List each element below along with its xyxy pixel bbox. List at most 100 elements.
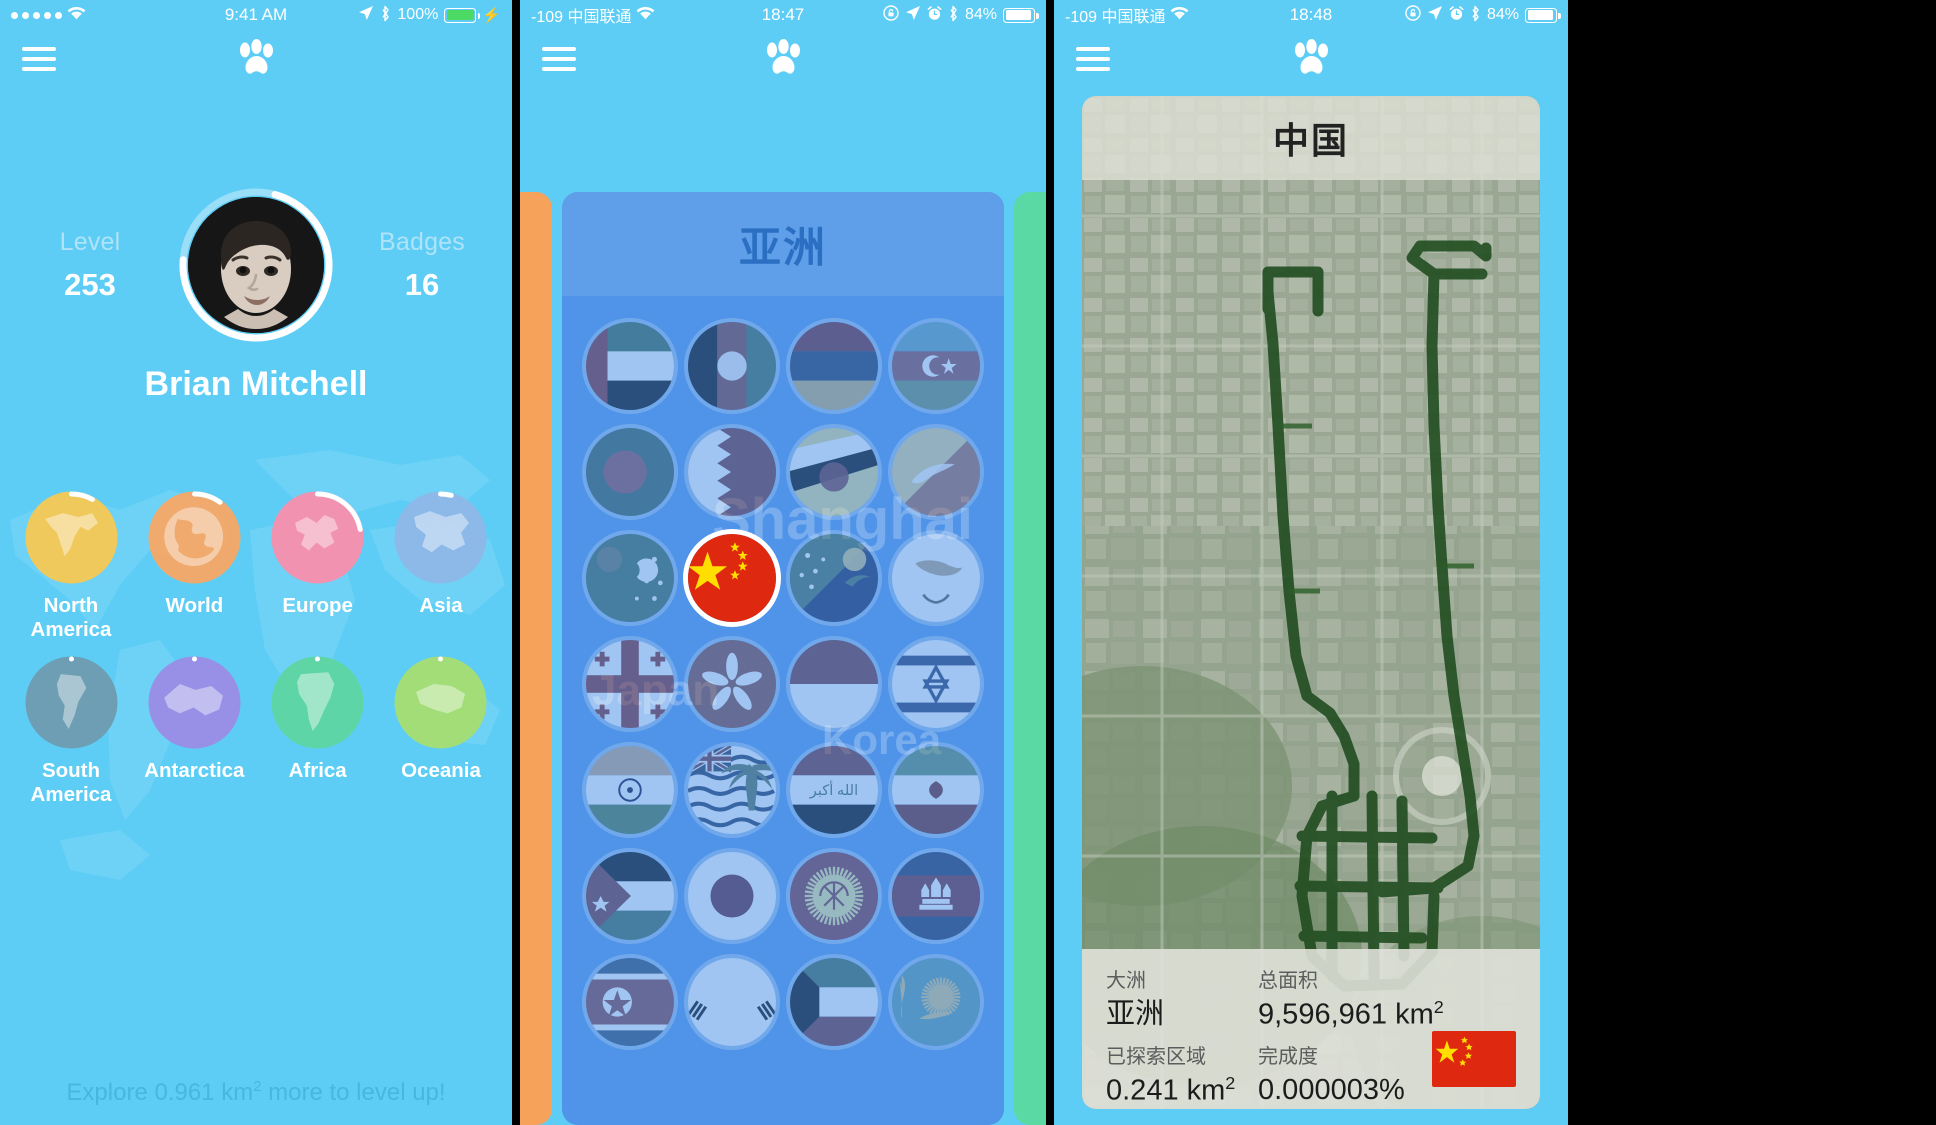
country-flag-cc[interactable]	[586, 534, 674, 622]
flag-cell[interactable]	[584, 534, 676, 622]
country-flag-io[interactable]	[688, 746, 776, 834]
flag-cell[interactable]	[788, 640, 880, 728]
flag-cell[interactable]	[890, 746, 982, 834]
europe-map-icon	[270, 490, 365, 585]
country-flag-cx[interactable]	[790, 534, 878, 622]
flag-cell[interactable]	[686, 958, 778, 1046]
country-flag-kg[interactable]	[790, 852, 878, 940]
previous-continent-card[interactable]	[520, 192, 552, 1125]
map-header: 中国	[1082, 96, 1540, 180]
flag-cell[interactable]	[686, 534, 778, 622]
country-flag-bt[interactable]	[892, 428, 980, 516]
rotation-lock-icon	[1405, 5, 1421, 25]
continent-item-europe[interactable]: Europe	[261, 490, 375, 641]
continent-item-antarctica[interactable]: Antarctica	[137, 655, 251, 806]
country-flag-bn[interactable]	[790, 428, 878, 516]
continent-item-oceania[interactable]: Oceania	[384, 655, 498, 806]
country-flag-jp[interactable]	[688, 852, 776, 940]
flag-cell[interactable]	[686, 322, 778, 410]
continent-label: World	[165, 594, 224, 617]
badges-stat: Badges 16	[347, 228, 497, 303]
flag-cell[interactable]	[788, 428, 880, 516]
country-flag-kr[interactable]	[688, 958, 776, 1046]
country-flag-kz[interactable]	[892, 958, 980, 1046]
rotation-lock-icon	[883, 5, 899, 25]
map-card[interactable]: 中国 大洲 亚洲 总面积 9,596,961 km2 已探索区域 0.241 k…	[1082, 96, 1540, 1109]
country-flag-kp[interactable]	[586, 958, 674, 1046]
alarm-clock-icon	[927, 5, 942, 25]
country-flag-kw[interactable]	[790, 958, 878, 1046]
flag-cell[interactable]	[686, 428, 778, 516]
country-flag-iq[interactable]: الله أكبر	[790, 746, 878, 834]
paw-print-icon	[233, 39, 279, 79]
frame-divider-1	[512, 0, 520, 1125]
continent-item-asia[interactable]: Asia	[384, 490, 498, 641]
continent-item-north-america[interactable]: North America	[14, 490, 128, 641]
user-avatar-photo	[188, 197, 324, 333]
country-flag-jo[interactable]	[586, 852, 674, 940]
flag-cell[interactable]	[890, 322, 982, 410]
country-flag-ae[interactable]	[586, 322, 674, 410]
continent-grid: North America World Europe Asia South Amer…	[0, 490, 512, 820]
hamburger-menu-icon[interactable]	[22, 47, 56, 71]
country-flag-bh[interactable]	[688, 428, 776, 516]
wifi-icon	[636, 6, 655, 24]
country-flag-kh[interactable]	[892, 852, 980, 940]
flag-cell[interactable]	[788, 958, 880, 1046]
continent-item-africa[interactable]: Africa	[261, 655, 375, 806]
paw-print-icon	[760, 39, 806, 79]
flag-cell[interactable]	[890, 852, 982, 940]
country-flag-il[interactable]	[892, 640, 980, 728]
flag-cell[interactable]	[686, 746, 778, 834]
country-flag-cy[interactable]	[892, 534, 980, 622]
flag-cell[interactable]	[584, 958, 676, 1046]
flag-cell[interactable]: الله أكبر	[788, 746, 880, 834]
country-flag-az[interactable]	[892, 322, 980, 410]
continent-label: North America	[30, 594, 112, 641]
continent-item-world[interactable]: World	[137, 490, 251, 641]
flag-cell[interactable]	[890, 640, 982, 728]
next-continent-card[interactable]	[1014, 192, 1046, 1125]
country-flag-id[interactable]	[790, 640, 878, 728]
flag-cell[interactable]	[890, 534, 982, 622]
status-bar-right-3: 84%	[1405, 5, 1561, 26]
continent-label: Asia	[419, 594, 463, 617]
battery-percent-label-2: 84%	[964, 6, 997, 23]
country-flag-cn[interactable]	[688, 534, 776, 622]
country-flag-am[interactable]	[790, 322, 878, 410]
avatar[interactable]	[177, 186, 335, 344]
continent-card-header: 亚洲	[562, 192, 1004, 296]
stat-total-area-value: 9,596,961 km2	[1258, 996, 1516, 1033]
country-flag-ge[interactable]	[586, 640, 674, 728]
wifi-icon	[1170, 6, 1189, 24]
country-flag-hk[interactable]	[688, 640, 776, 728]
hamburger-menu-icon[interactable]	[1076, 47, 1110, 71]
country-flag-ir[interactable]	[892, 746, 980, 834]
continent-label: Africa	[288, 759, 347, 783]
hamburger-menu-icon[interactable]	[542, 47, 576, 71]
flag-cell[interactable]	[686, 852, 778, 940]
country-flag-in[interactable]	[586, 746, 674, 834]
battery-icon-3	[1525, 7, 1561, 23]
flag-cell[interactable]	[584, 746, 676, 834]
flag-cell[interactable]	[584, 322, 676, 410]
carrier-label-3: -109 中国联通	[1065, 9, 1166, 26]
flag-cell[interactable]	[890, 428, 982, 516]
country-flag-bd[interactable]	[586, 428, 674, 516]
flag-cell[interactable]	[788, 534, 880, 622]
flag-cell[interactable]	[584, 852, 676, 940]
continent-item-south-america[interactable]: South America	[14, 655, 128, 806]
country-flag-af[interactable]	[688, 322, 776, 410]
flag-cell[interactable]	[788, 852, 880, 940]
flag-cell[interactable]	[584, 640, 676, 728]
status-bar-right-1: 100% ⚡	[358, 5, 501, 26]
flag-cell[interactable]	[890, 958, 982, 1046]
stat-continent-label: 大洲	[1106, 970, 1146, 992]
flag-cell[interactable]	[788, 322, 880, 410]
south-america-map-icon	[24, 655, 119, 750]
flag-list-body[interactable]: Shanghai Japan Korea الله أكبر	[562, 296, 1004, 1125]
signal-dots-icon	[11, 11, 62, 19]
flag-cell[interactable]	[584, 428, 676, 516]
flag-cell[interactable]	[686, 640, 778, 728]
stat-explored-area: 已探索区域 0.241 km2	[1106, 1045, 1258, 1109]
